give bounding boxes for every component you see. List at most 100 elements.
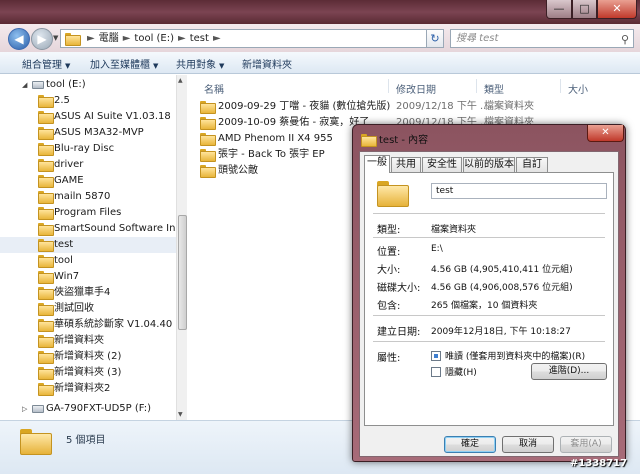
nav-folder[interactable]: 新增資料夾2 xyxy=(0,381,176,397)
created-value: 2009年12月18日, 下午 10:18:27 xyxy=(431,327,571,337)
share-with-button[interactable]: 共用對象 ▼ xyxy=(176,56,224,71)
nav-folder[interactable]: 華碩系統診斷家 V1.04.40 xyxy=(0,317,176,333)
type-value: 檔案資料夾 xyxy=(431,225,477,235)
created-label: 建立日期: xyxy=(377,327,421,338)
advanced-button[interactable]: 進階(D)... xyxy=(531,363,607,380)
nav-scrollbar[interactable]: ▲ ▼ xyxy=(176,75,187,420)
hidden-checkbox[interactable] xyxy=(431,367,441,377)
scrollbar-thumb[interactable] xyxy=(178,215,187,330)
refresh-button[interactable]: ↻ xyxy=(426,29,444,48)
general-tab-panel: test 類型: 檔案資料夾 位置: E:\ 大小: 4.56 GB (4,90… xyxy=(364,172,614,426)
nav-folder[interactable]: 俠盜獵車手4 xyxy=(0,285,176,301)
organize-button[interactable]: 組合管理 ▼ xyxy=(22,56,70,71)
drive-icon xyxy=(32,405,44,413)
divider xyxy=(373,341,605,342)
scroll-down-icon[interactable]: ▼ xyxy=(178,411,183,418)
nav-folder[interactable]: SmartSound Software Inc xyxy=(0,221,181,237)
expand-arrow-icon[interactable]: ▷ xyxy=(22,401,27,417)
dialog-title: test - 內容 xyxy=(361,131,428,147)
nav-folder[interactable]: mailn 5870 xyxy=(0,189,176,205)
scroll-up-icon[interactable]: ▲ xyxy=(178,77,183,84)
folder-name-input[interactable]: test xyxy=(431,183,607,199)
add-to-library-button[interactable]: 加入至媒體櫃 ▼ xyxy=(90,56,158,71)
tab-security[interactable]: 安全性 xyxy=(422,157,462,172)
ok-button[interactable]: 確定 xyxy=(444,436,496,453)
folder-icon xyxy=(38,111,54,124)
nav-folder[interactable]: tool xyxy=(0,253,176,269)
readonly-label[interactable]: 唯讀 (僅套用到資料夾中的檔案)(R) xyxy=(445,349,585,362)
search-input[interactable]: 搜尋 test ⚲ xyxy=(450,29,634,48)
folder-icon xyxy=(200,117,216,130)
cancel-button[interactable]: 取消 xyxy=(502,436,554,453)
apply-button[interactable]: 套用(A) xyxy=(560,436,612,453)
folder-icon xyxy=(38,303,54,316)
folder-icon xyxy=(38,255,54,268)
folder-icon xyxy=(38,143,54,156)
minimize-button[interactable]: — xyxy=(546,0,572,19)
folder-icon xyxy=(38,239,54,252)
title-bar: — □ ✕ xyxy=(0,0,640,24)
folder-icon xyxy=(38,271,54,284)
breadcrumb-computer[interactable]: 電腦 xyxy=(99,33,119,44)
back-button[interactable]: ◀ xyxy=(8,28,30,50)
folder-icon xyxy=(38,383,54,396)
readonly-checkbox[interactable] xyxy=(431,351,441,361)
folder-icon xyxy=(38,223,54,236)
column-header-date[interactable]: 修改日期 xyxy=(396,81,436,96)
forward-button[interactable]: ▶ xyxy=(31,28,53,50)
hidden-label[interactable]: 隱藏(H) xyxy=(445,365,477,378)
nav-folder[interactable]: 新增資料夾 (2) xyxy=(0,349,176,365)
nav-drive-f[interactable]: ▷ GA-790FXT-UD5P (F:) xyxy=(0,401,176,417)
folder-icon xyxy=(65,33,81,46)
location-label: 位置: xyxy=(377,247,401,258)
dialog-close-button[interactable]: ✕ xyxy=(587,125,624,142)
nav-folder[interactable]: GAME xyxy=(0,173,176,189)
search-icon[interactable]: ⚲ xyxy=(621,31,629,48)
folder-icon xyxy=(20,429,52,455)
attributes-label: 屬性: xyxy=(377,353,401,364)
address-bar[interactable]: ► 電腦 ► tool (E:) ► test ► xyxy=(60,29,444,48)
nav-drive-e[interactable]: ◢ tool (E:) xyxy=(0,77,176,93)
tab-previous-versions[interactable]: 以前的版本 xyxy=(463,157,515,172)
column-header-name[interactable]: 名稱 xyxy=(204,81,224,96)
nav-folder[interactable]: ASUS AI Suite V1.03.18 xyxy=(0,109,176,125)
navigation-pane: ◢ tool (E:) 2.5 ASUS AI Suite V1.03.18 A… xyxy=(0,75,187,420)
nav-folder[interactable]: 測試回收 xyxy=(0,301,176,317)
recent-pages-dropdown[interactable]: ▼ xyxy=(53,34,58,42)
tab-general[interactable]: 一般 xyxy=(364,155,390,173)
nav-folder[interactable]: 新增資料夾 (3) xyxy=(0,365,176,381)
folder-icon xyxy=(38,335,54,348)
nav-folder[interactable]: Win7 xyxy=(0,269,176,285)
command-bar: 組合管理 ▼ 加入至媒體櫃 ▼ 共用對象 ▼ 新增資料夾 xyxy=(0,52,640,74)
folder-icon xyxy=(38,367,54,380)
breadcrumb-test[interactable]: test xyxy=(190,33,209,44)
tab-customize[interactable]: 自訂 xyxy=(516,157,548,172)
tab-sharing[interactable]: 共用 xyxy=(391,157,421,172)
properties-dialog: test - 內容 ✕ 一般 共用 安全性 以前的版本 自訂 test 類型: … xyxy=(352,124,626,462)
nav-folder[interactable]: driver xyxy=(0,157,176,173)
folder-icon xyxy=(200,165,216,178)
folder-icon xyxy=(38,159,54,172)
contains-label: 包含: xyxy=(377,301,401,312)
column-header-type[interactable]: 類型 xyxy=(484,81,504,96)
nav-folder-selected[interactable]: test xyxy=(0,237,176,253)
close-button[interactable]: ✕ xyxy=(597,0,637,19)
file-row[interactable]: 2009-09-29 丁噹 - 夜貓 (數位搶先版) 2009/12/18 下午 … xyxy=(188,99,640,115)
breadcrumb-drive[interactable]: tool (E:) xyxy=(134,33,174,44)
folder-icon xyxy=(38,287,54,300)
nav-folder[interactable]: Blu-ray Disc xyxy=(0,141,176,157)
nav-folder[interactable]: ASUS M3A32-MVP xyxy=(0,125,176,141)
size-label: 大小: xyxy=(377,265,401,276)
expand-arrow-icon[interactable]: ◢ xyxy=(22,77,27,93)
disk-size-label: 磁碟大小: xyxy=(377,283,421,294)
new-folder-button[interactable]: 新增資料夾 xyxy=(242,56,292,71)
nav-folder[interactable]: 新增資料夾 xyxy=(0,333,176,349)
column-header-size[interactable]: 大小 xyxy=(568,81,588,96)
folder-icon xyxy=(200,101,216,114)
search-placeholder: 搜尋 test xyxy=(456,33,499,44)
maximize-button[interactable]: □ xyxy=(572,0,597,19)
nav-folder[interactable]: 2.5 xyxy=(0,93,176,109)
nav-folder[interactable]: Program Files xyxy=(0,205,176,221)
divider xyxy=(373,237,605,238)
contains-value: 265 個檔案，10 個資料夾 xyxy=(431,301,538,311)
